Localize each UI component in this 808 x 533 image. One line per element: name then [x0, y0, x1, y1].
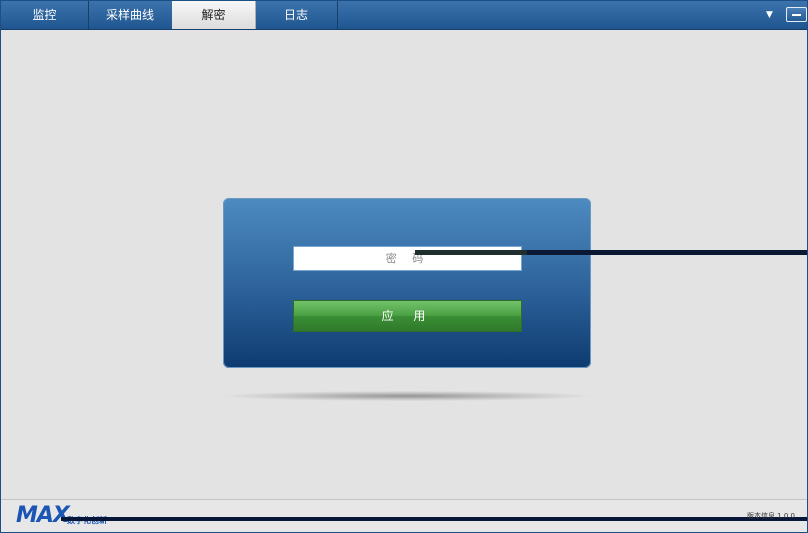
apply-button[interactable]: 应 用 — [293, 300, 522, 332]
footer-divider — [61, 517, 807, 521]
footer-bar — [1, 499, 807, 532]
window-controls: ▼ ✕ — [766, 7, 807, 23]
top-tab-bar: 监控 采样曲线 解密 日志 ▼ ✕ — [1, 1, 807, 30]
tab-sampling-curve[interactable]: 采样曲线 — [88, 1, 173, 29]
app-window: 监控 采样曲线 解密 日志 ▼ ✕ 应 用 MAX 数字化创新 版本信息 1.0… — [0, 0, 808, 533]
tab-monitor[interactable]: 监控 — [1, 1, 89, 29]
minimize-button[interactable] — [786, 7, 807, 22]
minimize-icon — [792, 14, 801, 16]
tab-log[interactable]: 日志 — [255, 1, 338, 29]
panel-shadow — [223, 391, 591, 401]
version-info: 版本信息 1.0.0 — [746, 512, 795, 520]
company-logo: MAX — [16, 503, 70, 528]
tab-decrypt[interactable]: 解密 — [172, 1, 256, 29]
overlay-line — [415, 250, 527, 255]
overlay-line — [527, 250, 807, 255]
unlock-panel — [223, 198, 591, 368]
dropdown-arrow-icon[interactable]: ▼ — [766, 8, 773, 22]
